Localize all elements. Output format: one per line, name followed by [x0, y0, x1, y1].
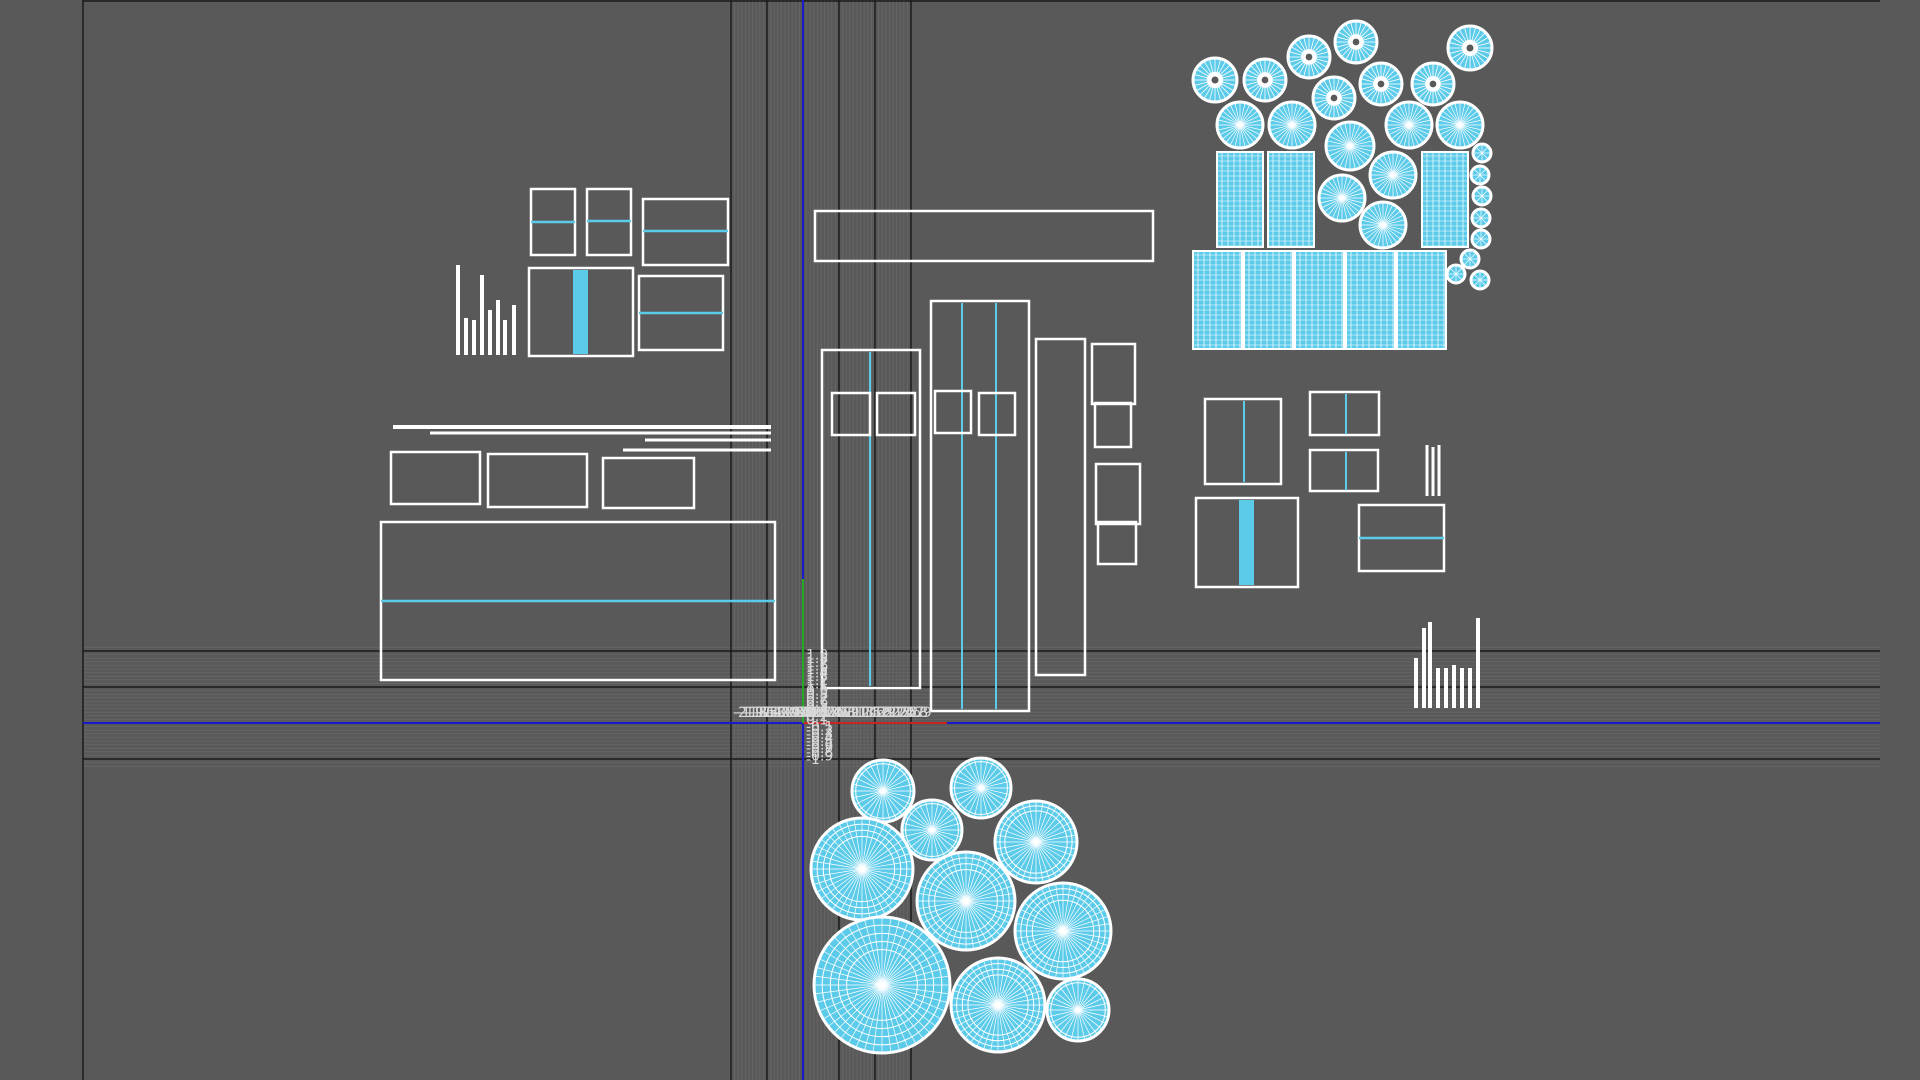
uv-shell[interactable]	[1096, 520, 1138, 566]
uv-shell[interactable]	[1093, 401, 1133, 449]
uv-ring-hole[interactable]	[1330, 94, 1338, 102]
uv-ring-hole[interactable]	[1466, 44, 1474, 52]
uv-strip[interactable]	[573, 270, 588, 354]
uv-canvas[interactable]: -2-1.9-1.8-1.7-1.6-1.5-1.4-1.3-1.2-1.1-1…	[0, 0, 1920, 1080]
uv-shell[interactable]	[933, 389, 973, 435]
uv-shell[interactable]	[1094, 462, 1142, 526]
uv-shell[interactable]	[813, 209, 1155, 263]
uv-shell[interactable]	[1308, 390, 1381, 437]
uv-shell[interactable]	[389, 450, 482, 506]
v-tick-label: -1	[806, 752, 820, 768]
uv-ring-hole[interactable]	[1211, 76, 1219, 84]
u-tick-label: 2.9	[909, 705, 931, 721]
uv-shell[interactable]	[929, 299, 1031, 713]
uv-shell[interactable]	[1308, 448, 1380, 493]
uv-editor-viewport[interactable]: -2 -1.9 -1.8 -1.7 -1.6 -1.5 -1.4 -1.3 -1.2 -1.1 -1…	[0, 0, 1920, 1080]
uv-strip[interactable]	[1239, 500, 1254, 585]
uv-shell[interactable]	[1090, 342, 1137, 406]
uv-ring-hole[interactable]	[1377, 80, 1385, 88]
uv-ring-hole[interactable]	[1305, 53, 1313, 61]
uv-shells[interactable]	[379, 19, 1494, 1055]
uv-ring-hole[interactable]	[1352, 38, 1360, 46]
uv-shell[interactable]	[1034, 337, 1087, 677]
uv-ring-hole[interactable]	[1429, 80, 1437, 88]
uv-shell[interactable]	[601, 456, 696, 510]
uv-shell[interactable]	[486, 452, 589, 509]
uv-ring-hole[interactable]	[1261, 76, 1269, 84]
u-axis-tick-labels: -2-1.9-1.8-1.7-1.6-1.5-1.4-1.3-1.2-1.1-1…	[733, 705, 932, 721]
